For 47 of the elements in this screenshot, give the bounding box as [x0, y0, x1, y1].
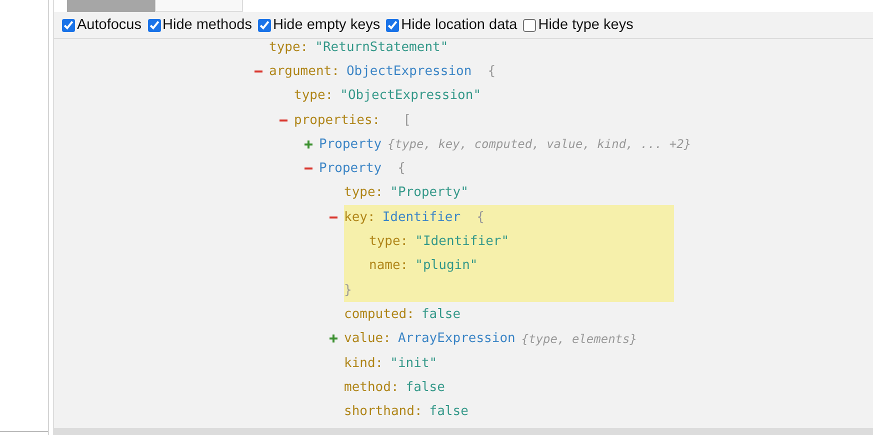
checkbox[interactable]	[62, 18, 75, 32]
opening-brace: {	[476, 210, 484, 225]
property-value: "plugin"	[415, 258, 478, 274]
option-label: Hide empty keys	[272, 17, 380, 33]
node-summary: {type, key, computed, value, kind, ... +2}	[388, 137, 692, 152]
property-key: computed:	[344, 306, 414, 322]
opening-brace: {	[488, 64, 496, 79]
expand-plus-icon[interactable]	[329, 334, 338, 344]
node-type[interactable]: ArrayExpression	[398, 331, 516, 346]
option-label: Hide type keys	[538, 17, 634, 33]
option-label: Autofocus	[77, 17, 142, 33]
expand-plus-icon[interactable]	[304, 140, 313, 149]
closing-brace: }	[344, 282, 352, 298]
property-value: false	[406, 380, 445, 395]
checkbox[interactable]	[386, 18, 400, 32]
property-key: shorthand:	[344, 404, 422, 420]
property-value: "ObjectExpression"	[340, 88, 482, 104]
opening-brace: [	[403, 112, 411, 128]
node-type[interactable]: Property	[319, 161, 382, 176]
property-key: type:	[369, 234, 408, 250]
option-label: Hide methods	[162, 17, 252, 33]
property-value: "init"	[390, 356, 438, 370]
node-summary: {type, elements}	[521, 332, 637, 346]
property-key: argument:	[269, 64, 340, 79]
property-value: false	[421, 306, 461, 322]
property-value: "Identifier"	[415, 234, 510, 250]
node-type[interactable]: ObjectExpression	[346, 64, 472, 79]
property-key: type:	[294, 88, 334, 104]
node-type[interactable]: Identifier	[382, 210, 461, 225]
property-key: key:	[344, 210, 376, 225]
scrollbar-track[interactable]	[54, 428, 873, 435]
property-value: "Property"	[390, 185, 468, 200]
property-key: name:	[369, 258, 408, 274]
property-key: properties:	[294, 112, 380, 128]
property-key: type:	[344, 185, 384, 200]
checkbox[interactable]	[148, 18, 160, 32]
property-key: value:	[344, 331, 391, 346]
property-value: "ReturnStatement"	[315, 40, 448, 55]
option-label: Hide location data	[401, 17, 518, 33]
checkbox[interactable]	[258, 18, 271, 32]
opening-brace: {	[398, 161, 406, 176]
property-key: kind:	[344, 356, 384, 370]
property-key: type:	[269, 40, 308, 55]
checkbox[interactable]	[523, 18, 536, 32]
property-value: false	[429, 404, 468, 420]
property-key: method:	[344, 380, 399, 395]
node-type[interactable]: Property	[319, 136, 382, 152]
